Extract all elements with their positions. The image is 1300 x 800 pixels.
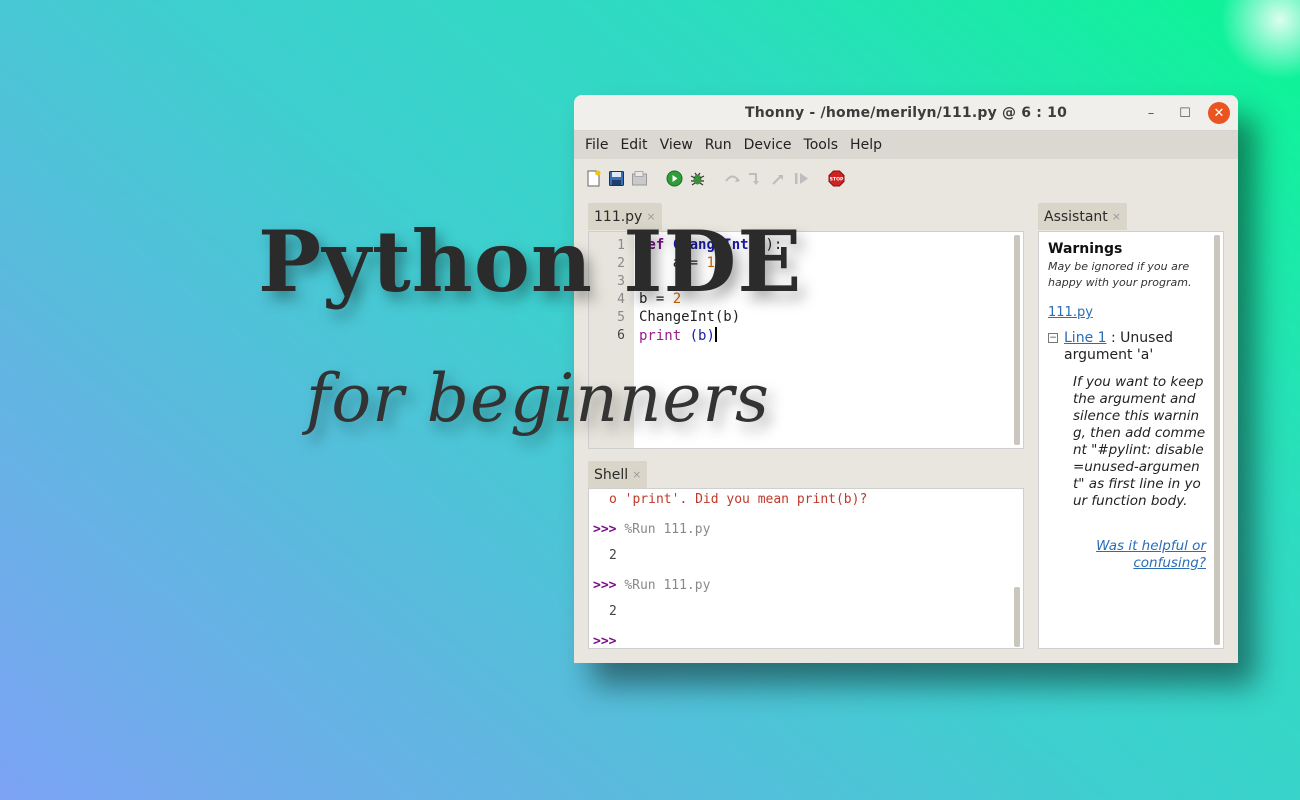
tab-label: Assistant [1044,208,1108,225]
menu-bar: File Edit View Run Device Tools Help [574,131,1238,159]
menu-view[interactable]: View [655,137,698,153]
code-line: ChangeInt(b) [639,309,741,325]
shell-prompt[interactable]: >>> [593,634,616,648]
collapse-icon[interactable]: − [1048,333,1058,343]
menu-tools[interactable]: Tools [799,137,844,153]
save-icon[interactable] [607,169,626,188]
shell-output: 2 [609,548,617,563]
tab-close-icon[interactable]: × [632,468,641,481]
shell-entry: >>> %Run 111.py [593,522,711,537]
svg-text:STOP: STOP [830,176,844,182]
feedback-link[interactable]: Was it helpful or confusing? [1048,538,1206,572]
open-icon[interactable] [630,169,649,188]
editor-scrollbar[interactable] [1014,235,1020,445]
tab-label: Shell [594,466,629,483]
text-cursor [714,327,717,342]
shell-entry: >>> %Run 111.py [593,578,711,593]
warnings-heading: Warnings [1048,241,1123,257]
debug-icon[interactable] [688,169,707,188]
warning-explanation: If you want to keep the argument and sil… [1073,374,1206,509]
line-link[interactable]: Line 1 [1064,330,1107,346]
background-glare [1203,0,1300,97]
menu-help[interactable]: Help [845,137,887,153]
warning-item: − Line 1 : Unused argument 'a' [1048,330,1206,364]
assistant-scrollbar[interactable] [1214,235,1220,645]
tab-assistant[interactable]: Assistant × [1038,203,1127,230]
shell-scrollbar[interactable] [1014,587,1020,647]
resume-icon[interactable] [792,169,811,188]
tab-shell[interactable]: Shell × [588,461,648,488]
new-file-icon[interactable] [584,169,603,188]
code-line: print (b) [639,327,717,344]
step-over-icon[interactable] [723,169,742,188]
menu-device[interactable]: Device [739,137,797,153]
menu-file[interactable]: File [580,137,613,153]
toolbar: STOP [584,167,846,189]
warnings-subtitle: May be ignored if you are happy with you… [1048,260,1192,289]
line-number: 5 [617,310,625,325]
minimize-button[interactable]: – [1140,102,1162,124]
error-text: o 'print'. Did you mean print(b)? [609,492,868,507]
file-link[interactable]: 111.py [1048,305,1093,320]
window-title: Thonny - /home/merilyn/111.py @ 6 : 10 [744,104,1068,121]
run-icon[interactable] [665,169,684,188]
tab-close-icon[interactable]: × [1112,210,1121,223]
window-controls: – ☐ ✕ [1140,102,1230,124]
menu-edit[interactable]: Edit [615,137,652,153]
close-button[interactable]: ✕ [1208,102,1230,124]
stop-icon[interactable]: STOP [827,169,846,188]
shell-console[interactable]: o 'print'. Did you mean print(b)? >>> %R… [588,488,1024,649]
assistant-panel: Warnings May be ignored if you are happy… [1038,231,1224,649]
overlay-title: Python IDE [258,212,803,311]
title-bar[interactable]: Thonny - /home/merilyn/111.py @ 6 : 10 –… [574,95,1238,131]
maximize-button[interactable]: ☐ [1174,102,1196,124]
line-number: 6 [617,328,625,343]
menu-run[interactable]: Run [700,137,737,153]
shell-output: 2 [609,604,617,619]
overlay-subtitle: for beginners [306,360,770,437]
step-into-icon[interactable] [746,169,765,188]
step-out-icon[interactable] [769,169,788,188]
